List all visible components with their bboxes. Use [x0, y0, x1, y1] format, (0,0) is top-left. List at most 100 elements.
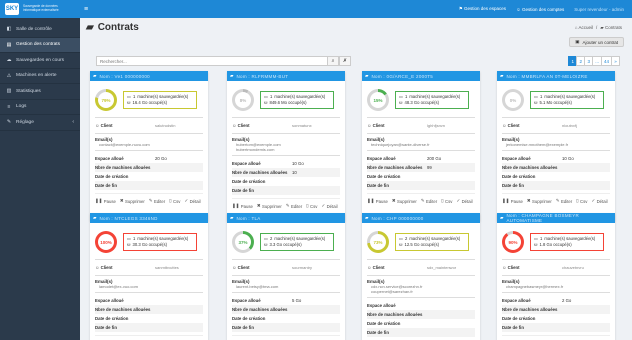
- usage-box: ▭ 1 machine(s) sauvegardée(s) ⛁ 1.8 Go occu…: [530, 233, 604, 251]
- detail-icon: ✓: [456, 198, 461, 203]
- add-contract-label: Ajouter un contrat: [582, 39, 618, 45]
- add-contract-button[interactable]: ▣ Ajouter un contrat: [569, 37, 624, 47]
- trash-icon: ✖: [391, 198, 396, 203]
- client-label: ☺ Client: [95, 123, 155, 128]
- delete-button[interactable]: ✖ Supprimer: [257, 203, 282, 209]
- pause-icon: ❚❚: [502, 198, 510, 203]
- sidebar-item-salle[interactable]: ◧ Salle de contrôle: [0, 22, 80, 38]
- hamburger-icon[interactable]: ≡: [84, 6, 88, 13]
- emails-list: hubertom@exemple.com hubertmondemis.com: [232, 142, 340, 152]
- usage-percent: 73%: [370, 234, 386, 250]
- sidebar-item-sauvegardes[interactable]: ☁ Sauvegardes en cours: [0, 53, 80, 69]
- folder-icon: ▤: [6, 41, 12, 48]
- card-header[interactable]: ▰ Nom : MMBRLFA AN 0T-MELOIZRE: [497, 71, 615, 81]
- sidebar: SKY Sauvegarde de données informatique e…: [0, 0, 80, 340]
- pause-button[interactable]: ❚❚ Pause: [95, 198, 116, 204]
- space-value: 2 Go: [562, 298, 572, 303]
- space-label: Espace alloué: [95, 156, 124, 161]
- csv-button[interactable]: ▯ Csv: [576, 198, 587, 204]
- sidebar-item-statistiques[interactable]: ▥ Statistiques: [0, 84, 80, 100]
- user-icon: ☺: [516, 6, 521, 12]
- topbar-link-espaces[interactable]: ⚑ Gestion des espaces: [459, 6, 506, 12]
- card-header[interactable]: ▰ Nom : NTCLEGS 3346ND: [90, 213, 208, 223]
- sidebar-item-contrats[interactable]: ▤ Gestion des contrats: [0, 37, 80, 53]
- user-icon: ☺: [232, 265, 237, 270]
- machines-label: Nbre de machines allouées: [232, 307, 288, 312]
- card-actions: ❚❚Pause ✖Supprimer ✎Editer ▯Csv ✓Détail: [502, 193, 610, 208]
- user-icon: ☺: [367, 123, 372, 128]
- csv-button[interactable]: ▯ Csv: [441, 198, 452, 204]
- email-item: contact@exemple-nuvu.com: [99, 142, 150, 147]
- sidebar-item-reglage[interactable]: ✎ Réglage ‹: [0, 115, 80, 131]
- topbar-link-comptes[interactable]: ☺ Gestion des comptes: [516, 7, 564, 12]
- card-header[interactable]: ▰ Nom : CHP 000000000: [362, 213, 480, 223]
- user-icon: ☺: [95, 265, 100, 270]
- emails-list: jerkonemise.mnothem@exemple.fr: [502, 142, 610, 147]
- detail-button[interactable]: ✓ Détail: [184, 198, 200, 204]
- search-input[interactable]: [96, 56, 327, 66]
- edit-button[interactable]: ✎ Editer: [556, 198, 572, 204]
- breadcrumb-home[interactable]: ⌂ Accueil: [575, 25, 593, 31]
- csv-label: Csv: [173, 198, 181, 204]
- user-icon: ☺: [95, 123, 100, 128]
- csv-button[interactable]: ▯ Csv: [169, 198, 180, 204]
- machines-label: Nbre de machines allouées: [95, 307, 151, 312]
- delete-button[interactable]: ✖ Supprimer: [527, 198, 552, 204]
- email-item: coupernet@sarezhan.fr: [371, 289, 413, 294]
- card-actions: ❚❚Pause ✖Supprimer ✎Editer ▯Csv ✓Détail: [232, 335, 340, 340]
- end-label: Date de fin: [367, 330, 389, 335]
- delete-button[interactable]: ✖ Supprimer: [392, 198, 417, 204]
- client-label-text: Client: [237, 265, 250, 270]
- usage-box: ▭ 2 machine(s) sauvegardée(s) ⛁ 12.5 Go occ…: [395, 233, 469, 251]
- usage-box: ▭ 1 machine(s) sauvegardée(s) ⛁ 5.1 Mo occu…: [530, 91, 604, 109]
- search-button[interactable]: ⌕: [327, 56, 339, 66]
- edit-label: Editer: [425, 198, 438, 204]
- card-header[interactable]: ▰ Nom : RLFRMMM-BUT: [227, 71, 345, 81]
- database-icon: ⛁: [264, 100, 268, 105]
- delete-label: Supprimer: [262, 203, 282, 209]
- space-label: Espace alloué: [367, 156, 396, 161]
- usage-gauge: 0%: [502, 89, 524, 111]
- emails-list: cdx.ncn.service@scorezhn.fr coupernet@sar…: [367, 284, 475, 294]
- detail-button[interactable]: ✓ Détail: [321, 203, 337, 209]
- contract-name: Nom : TLA: [236, 215, 261, 221]
- alert-icon: ⚠: [6, 72, 12, 79]
- card-header[interactable]: ▰ Nom : Ve1 000000000: [90, 71, 208, 81]
- user-menu[interactable]: Super revendeur - admin: [574, 7, 624, 12]
- pause-button[interactable]: ❚❚ Pause: [367, 198, 388, 204]
- csv-button[interactable]: ▯ Csv: [306, 203, 317, 209]
- usage-percent: 100%: [98, 234, 114, 250]
- sidebar-item-logs[interactable]: ≡ Logs: [0, 100, 80, 115]
- card-header[interactable]: ▰ Nom : 0G/ARCE_E 2000T5: [362, 71, 480, 81]
- usage-percent: 37%: [235, 234, 251, 250]
- sidebar-item-alertes[interactable]: ⚠ Machines en alerte: [0, 69, 80, 84]
- client-label-text: Client: [372, 265, 385, 270]
- machines-label: Nbre de machines allouées: [502, 165, 558, 170]
- emails-list: lamodet@ex-vuo.com: [95, 284, 203, 289]
- trash-icon: ✖: [526, 198, 531, 203]
- pause-button[interactable]: ❚❚ Pause: [502, 198, 523, 204]
- detail-label: Détail: [189, 198, 201, 204]
- delete-button[interactable]: ✖ Supprimer: [120, 198, 145, 204]
- usage-box: ▭ 2 machine(s) sauvegardée(s) ⛁ 3.3 Go occu…: [260, 233, 334, 251]
- email-item: techniquejoyan@sante-diverse.fr: [371, 142, 430, 147]
- pause-button[interactable]: ❚❚ Pause: [232, 203, 253, 209]
- edit-button[interactable]: ✎ Editer: [286, 203, 302, 209]
- edit-button[interactable]: ✎ Editer: [421, 198, 437, 204]
- edit-button[interactable]: ✎ Editer: [149, 198, 165, 204]
- storage-used: 1.8 Go occupé(s): [539, 242, 572, 247]
- brand[interactable]: SKY Sauvegarde de données informatique e…: [0, 0, 80, 18]
- card-header[interactable]: ▰ Nom : TLA: [227, 213, 345, 223]
- detail-label: Détail: [461, 198, 473, 204]
- page-next[interactable]: »: [611, 56, 620, 66]
- emails-list: techniquejoyan@sante-diverse.fr: [367, 142, 475, 147]
- client-label: ☺ Client: [502, 123, 562, 128]
- edit-label: Editer: [153, 198, 166, 204]
- detail-button[interactable]: ✓ Détail: [591, 198, 607, 204]
- detail-button[interactable]: ✓ Détail: [456, 198, 472, 204]
- card-header[interactable]: ▰ Nom : CHAMPAGNE BOSMEYR AUTOMATISME: [497, 213, 615, 223]
- file-icon: ▯: [169, 198, 172, 203]
- end-label: Date de fin: [95, 183, 117, 188]
- clear-search-button[interactable]: ✗: [339, 56, 351, 66]
- space-label: Espace alloué: [502, 298, 531, 303]
